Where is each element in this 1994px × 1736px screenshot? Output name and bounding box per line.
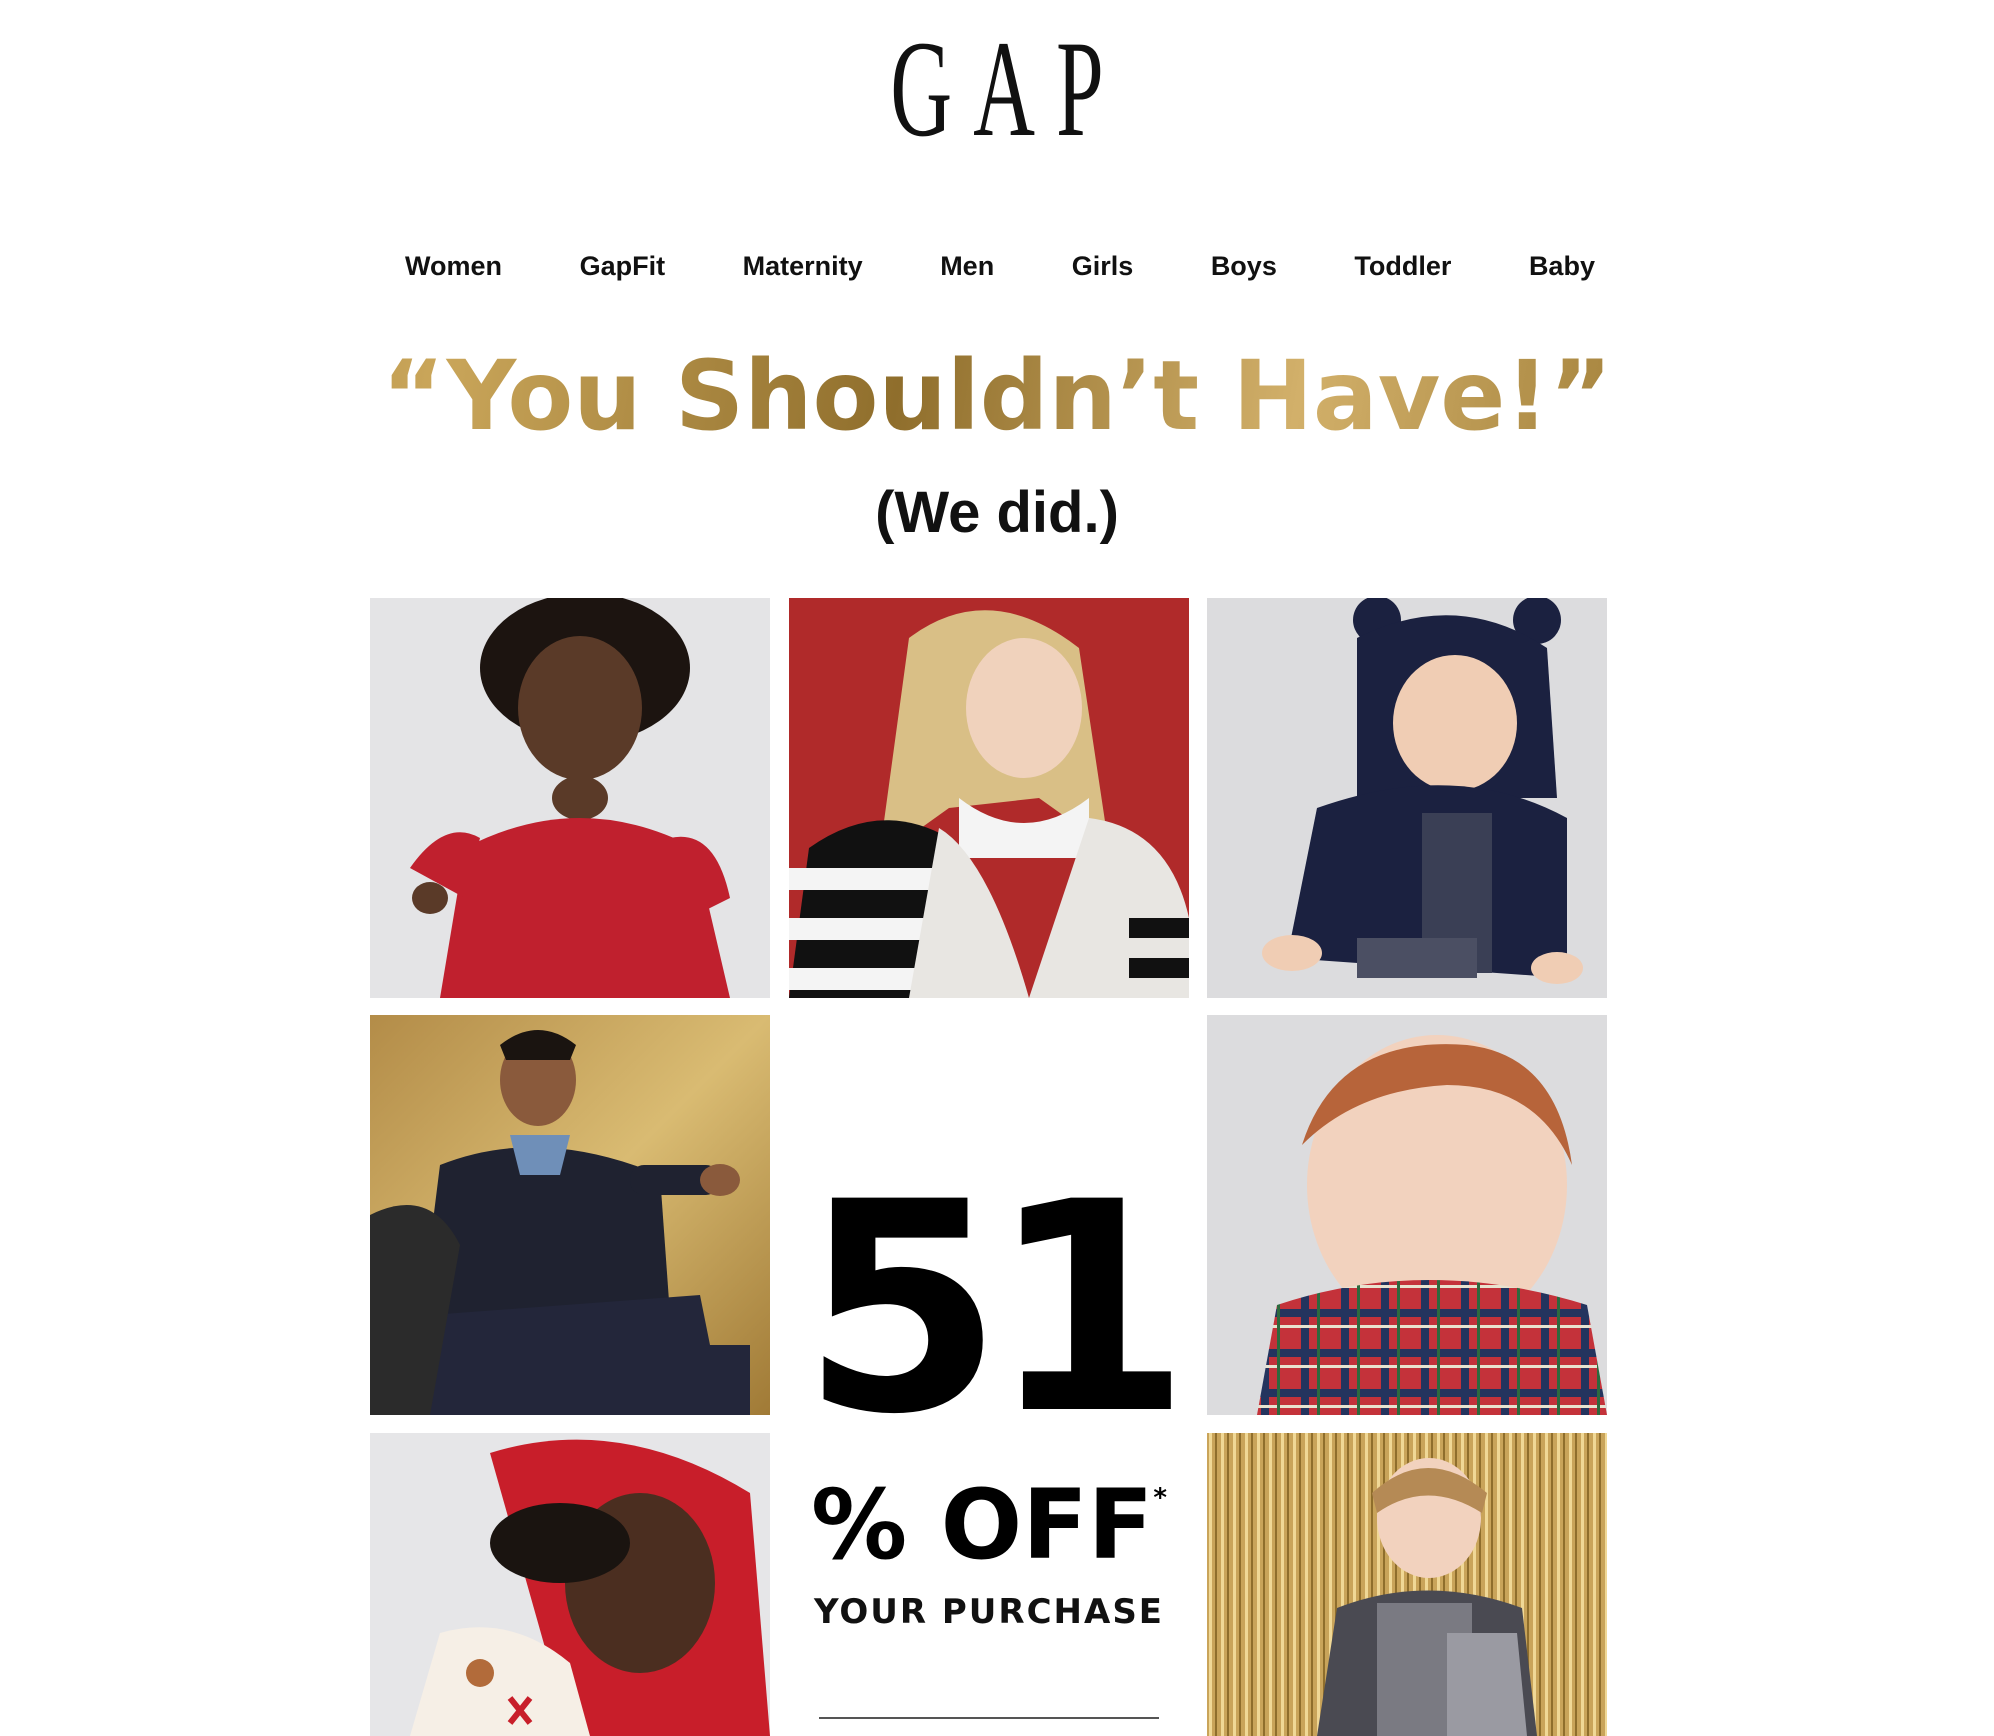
- promo-divider: [819, 1717, 1159, 1719]
- email-page: GAP Women GapFit Maternity Men Girls Boy…: [0, 0, 1994, 1736]
- photo-baby-plaid[interactable]: [1207, 1015, 1607, 1415]
- hero-headline: “You Shouldn’t Have!”: [0, 348, 1994, 444]
- photo-woman-shearling-jacket[interactable]: [789, 598, 1189, 998]
- photo-boy-gold-tinsel[interactable]: [1207, 1433, 1607, 1736]
- promo-51-off[interactable]: 51 % OFF* YOUR PURCHASE: [789, 1015, 1191, 1736]
- baby-hoodie-illustration: [1207, 598, 1607, 998]
- nav-item-boys[interactable]: Boys: [1211, 251, 1277, 282]
- promo-percent-number: 51: [801, 1141, 1191, 1478]
- woman-shearling-illustration: [789, 598, 1189, 998]
- girl-red-dress-illustration: [370, 598, 770, 998]
- photo-baby-bear-hoodie[interactable]: [1207, 598, 1607, 998]
- girl-red-hoodie-illustration: [370, 1433, 770, 1736]
- promo-off-label: % OFF*: [789, 1477, 1189, 1573]
- photo-girl-red-dress[interactable]: [370, 598, 770, 998]
- nav-item-maternity[interactable]: Maternity: [743, 251, 863, 282]
- category-nav: Women GapFit Maternity Men Girls Boys To…: [405, 248, 1595, 284]
- nav-item-gapfit[interactable]: GapFit: [580, 251, 666, 282]
- gap-logo[interactable]: GAP: [379, 20, 1615, 158]
- promo-your-purchase: YOUR PURCHASE: [813, 1592, 1165, 1632]
- nav-item-women[interactable]: Women: [405, 251, 502, 282]
- hero-subheadline: (We did.): [875, 480, 1119, 545]
- baby-plaid-illustration: [1207, 1015, 1607, 1415]
- boy-tinsel-illustration: [1207, 1433, 1607, 1736]
- nav-item-men[interactable]: Men: [940, 251, 994, 282]
- promo-off-text: % OFF: [811, 1469, 1154, 1581]
- man-seated-illustration: [370, 1015, 770, 1415]
- nav-item-baby[interactable]: Baby: [1529, 251, 1595, 282]
- nav-item-girls[interactable]: Girls: [1072, 251, 1134, 282]
- nav-item-toddler[interactable]: Toddler: [1354, 251, 1451, 282]
- photo-girl-red-hoodie[interactable]: [370, 1433, 770, 1736]
- photo-man-seated-gold[interactable]: [370, 1015, 770, 1415]
- promo-asterisk: *: [1153, 1483, 1167, 1513]
